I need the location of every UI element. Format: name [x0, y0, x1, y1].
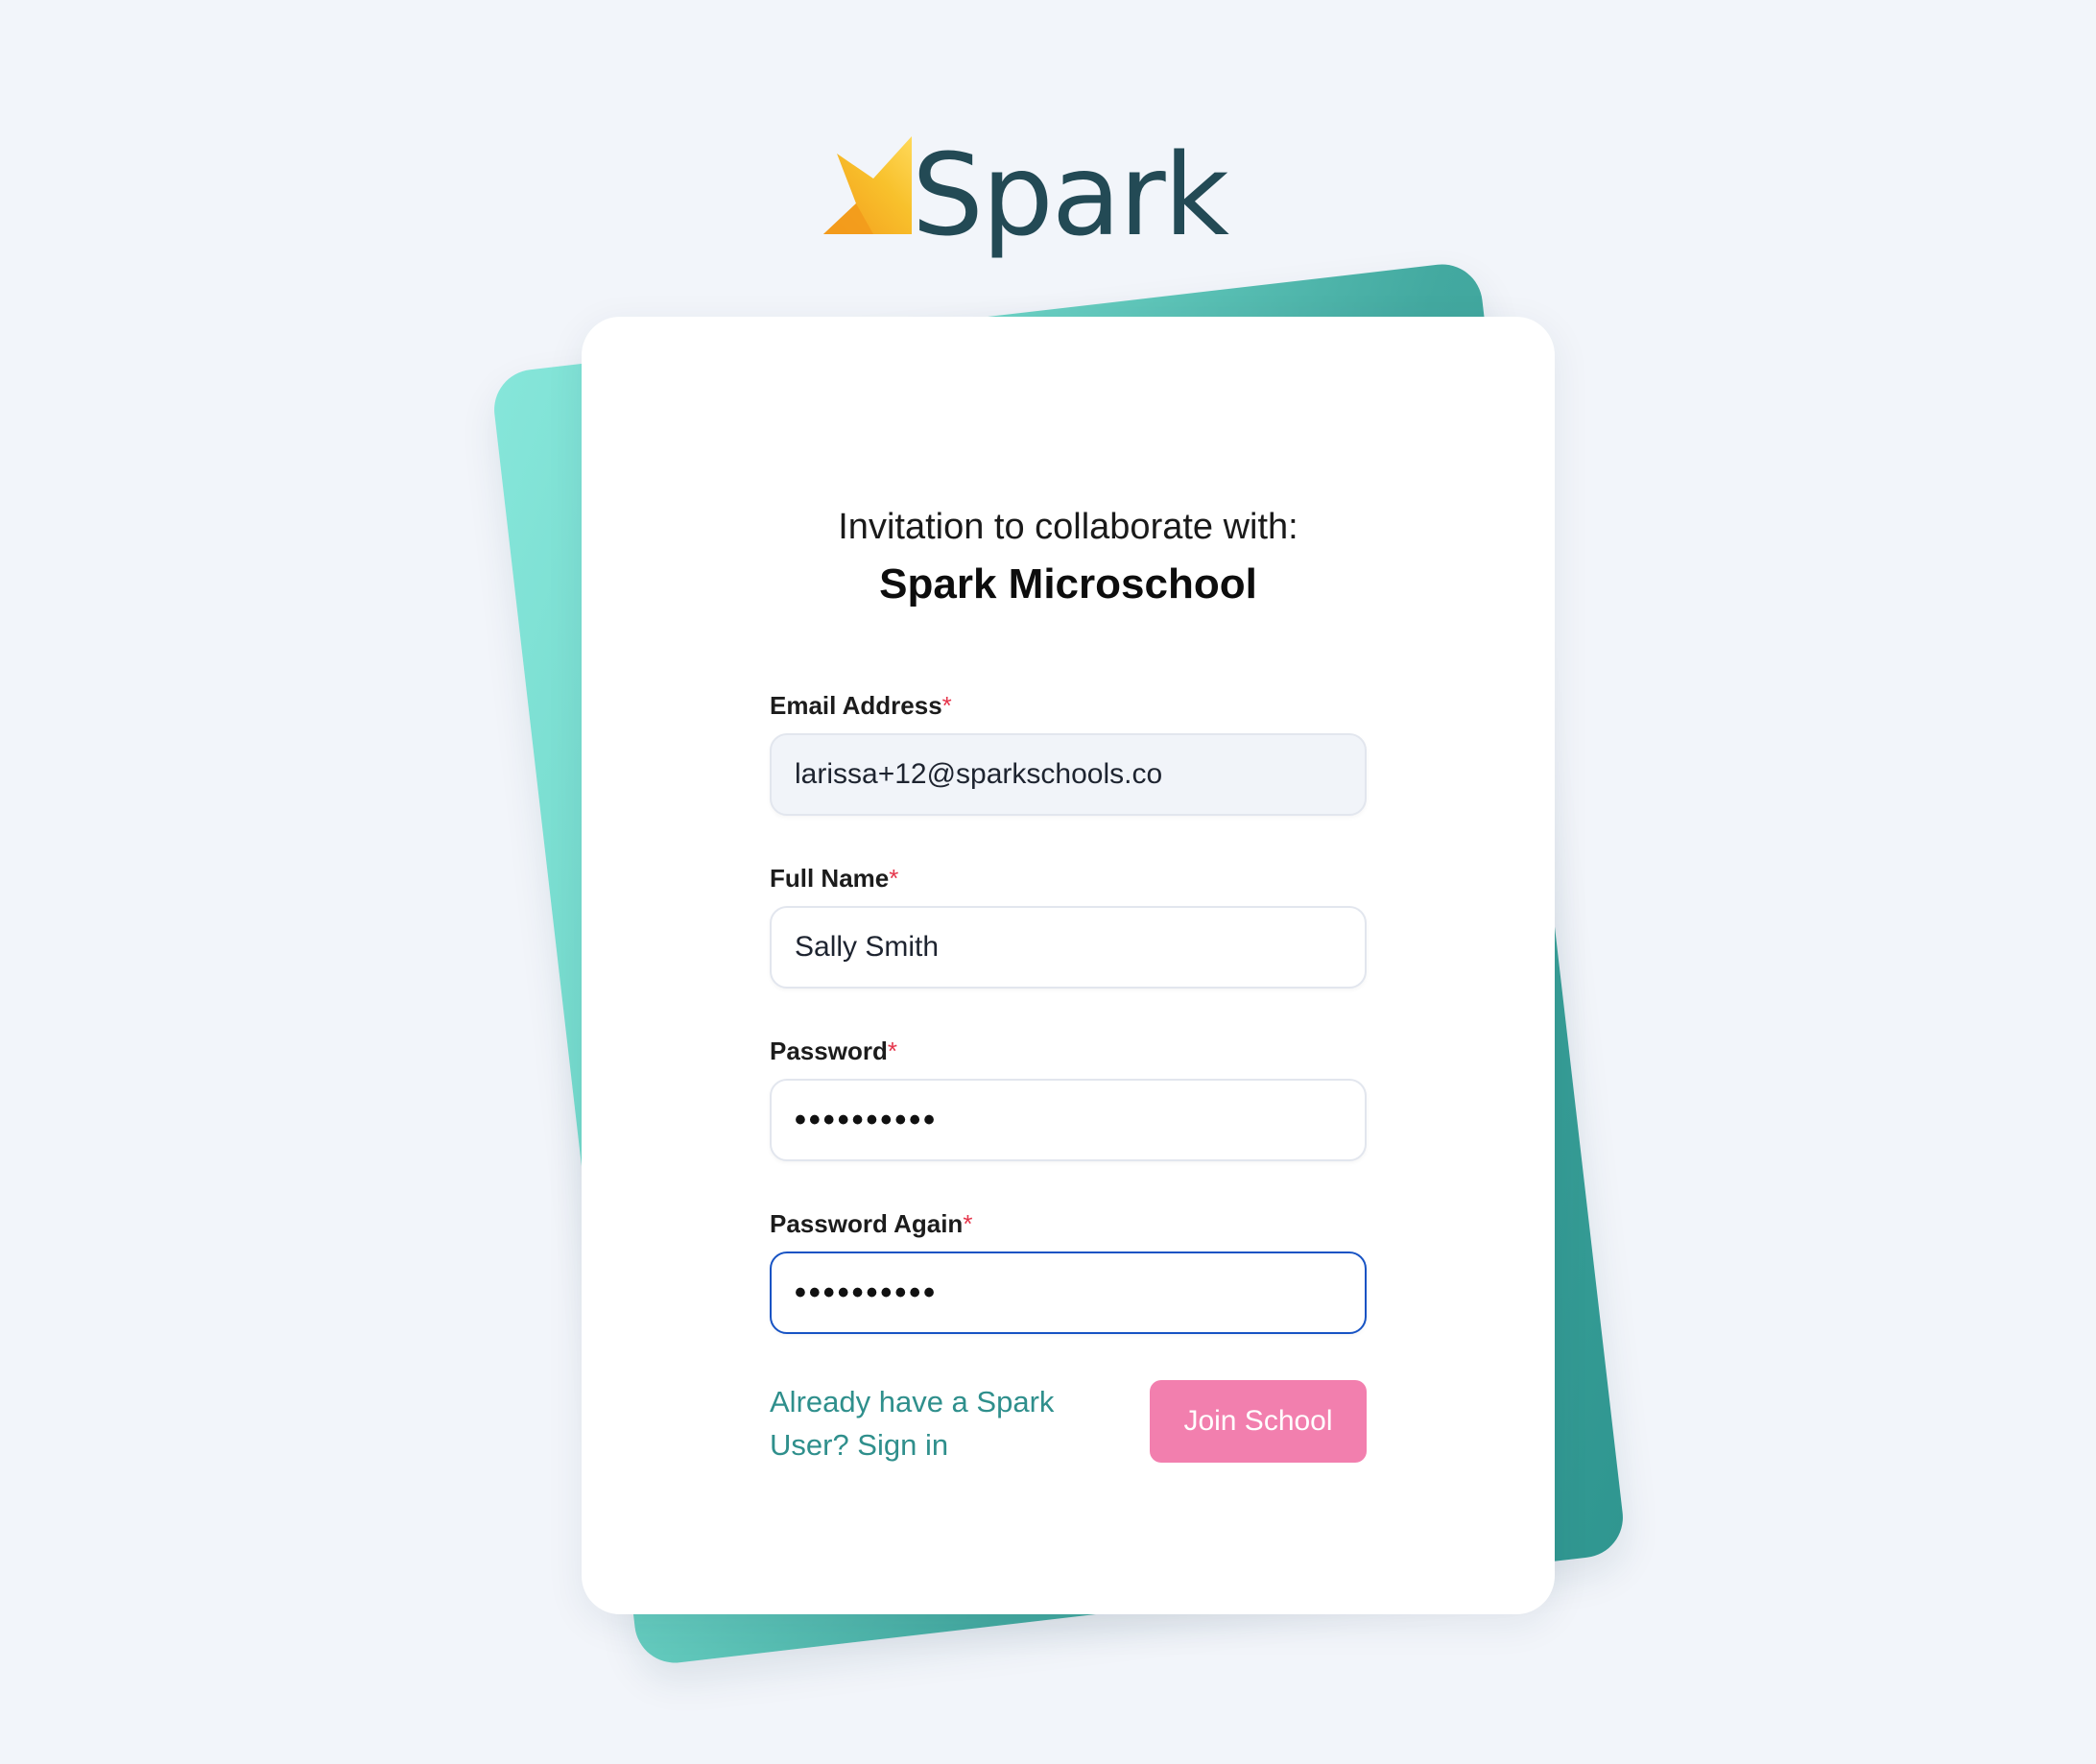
join-school-button[interactable]: Join School	[1150, 1380, 1367, 1463]
full-name-value: Sally Smith	[795, 931, 940, 963]
password-again-value: ••••••••••	[795, 1274, 939, 1311]
school-name: Spark Microschool	[879, 560, 1257, 608]
email-label-text: Email Address	[770, 691, 942, 720]
signin-link[interactable]: Already have a Spark User? Sign in	[770, 1380, 1086, 1466]
password-again-label: Password Again*	[770, 1209, 972, 1239]
full-name-label-text: Full Name	[770, 864, 890, 893]
required-mark: *	[889, 864, 899, 893]
full-name-label: Full Name*	[770, 864, 898, 894]
password-label: Password*	[770, 1037, 897, 1066]
required-mark: *	[963, 1209, 973, 1238]
password-label-text: Password	[770, 1037, 888, 1065]
invitation-card: Invitation to collaborate with: Spark Mi…	[582, 317, 1555, 1614]
logo-wordmark: Spark	[912, 129, 1229, 261]
spark-logo: Spark	[823, 129, 1229, 261]
email-label: Email Address*	[770, 691, 952, 721]
email-field[interactable]: larissa+12@sparkschools.co	[770, 733, 1367, 816]
full-name-field[interactable]: Sally Smith	[770, 906, 1367, 989]
password-again-label-text: Password Again	[770, 1209, 964, 1238]
password-value: ••••••••••	[795, 1101, 939, 1138]
password-field[interactable]: ••••••••••	[770, 1079, 1367, 1161]
required-mark: *	[941, 691, 952, 720]
required-mark: *	[887, 1037, 897, 1065]
email-value: larissa+12@sparkschools.co	[795, 758, 1163, 790]
invitation-intro: Invitation to collaborate with:	[838, 507, 1298, 547]
password-again-field[interactable]: ••••••••••	[770, 1251, 1367, 1334]
spark-star-icon	[823, 136, 912, 234]
page: Spark Invitation to collaborate with: Sp…	[0, 0, 2096, 1764]
